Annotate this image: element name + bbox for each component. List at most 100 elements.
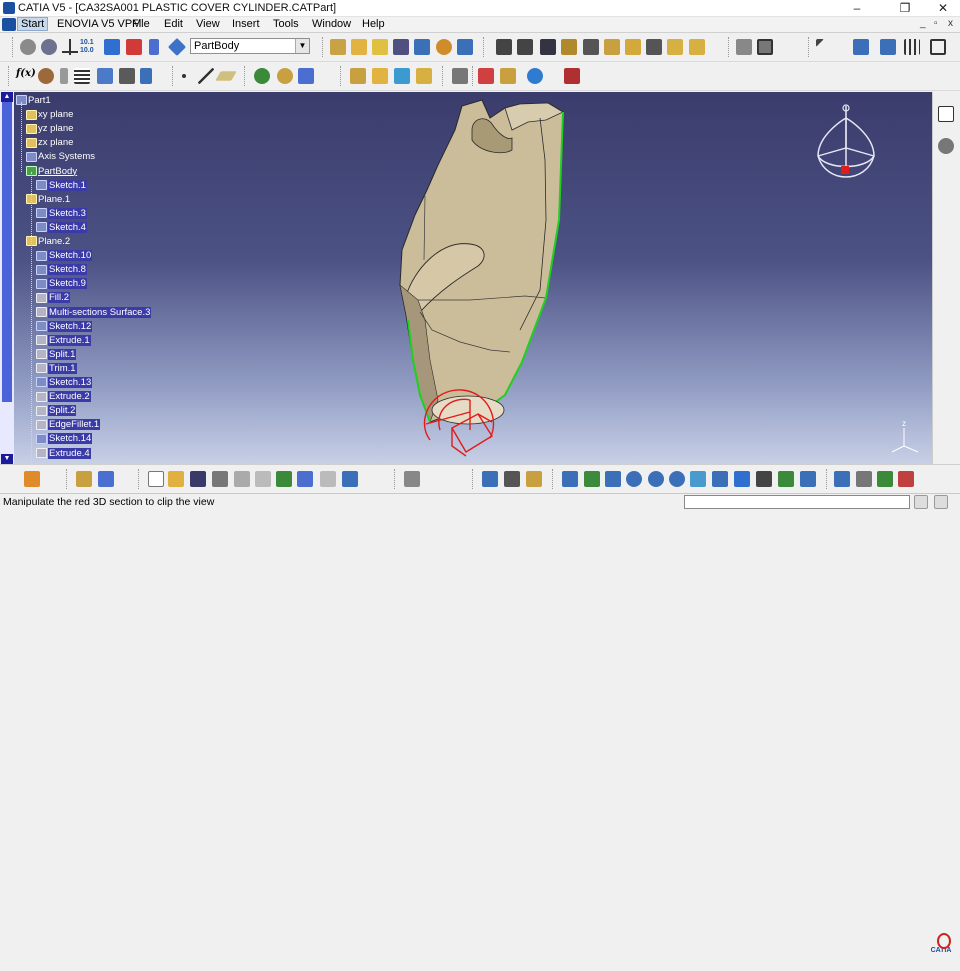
settings-gear-icon[interactable] [938,138,954,154]
multi-view-icon[interactable] [712,471,728,487]
tree-node-extrude-4[interactable]: Extrude.4 [36,447,91,460]
menu-help[interactable]: Help [362,18,385,30]
select-arrow-icon[interactable] [816,39,824,47]
swap-space-icon[interactable] [800,471,816,487]
menu-start[interactable]: Start [17,17,49,31]
command-input[interactable] [684,495,910,509]
tree-node-sketch-13[interactable]: Sketch.13 [36,376,93,389]
plane-icon[interactable] [215,71,237,81]
feat-icon[interactable] [36,391,47,402]
plane-icon[interactable] [26,137,37,148]
draft-analysis-icon[interactable] [277,68,293,84]
tree-node-extrude-1[interactable]: Extrude.1 [36,334,91,347]
print-icon[interactable] [212,471,228,487]
tree-node-sketch-9[interactable]: Sketch.9 [36,277,87,290]
toolbar-grip[interactable] [483,37,486,57]
tree-node-zx-plane[interactable]: zx plane [26,136,73,149]
capture-icon[interactable] [856,471,872,487]
command-toggle-icon[interactable] [914,495,928,509]
surface-icon[interactable] [372,68,388,84]
undo-icon[interactable] [297,471,313,487]
sketch-icon[interactable] [36,278,47,289]
link-icon[interactable] [527,68,543,84]
document-icon[interactable] [2,18,16,31]
menu-insert[interactable]: Insert [232,18,260,30]
thickness-icon[interactable] [583,39,599,55]
knowledge-icon[interactable] [38,68,54,84]
copy-body-icon[interactable] [76,471,92,487]
sketch-icon[interactable] [36,180,47,191]
feat-icon[interactable] [36,405,47,416]
sketch-icon[interactable] [36,222,47,233]
toolbar-grip[interactable] [322,37,325,57]
save-icon[interactable] [190,471,206,487]
toolbar-grip[interactable] [172,66,175,86]
toolbar-grip[interactable] [12,37,15,57]
analysis-icon[interactable] [254,68,270,84]
plastic-cover-part[interactable] [399,99,564,425]
photo-studio-icon[interactable] [877,471,893,487]
tree-node-multi-sections-surface-3[interactable]: Multi-sections Surface.3 [36,306,152,319]
globe-icon[interactable] [41,39,57,55]
tree-node-axis-systems[interactable]: Axis Systems [26,150,95,163]
plane-icon[interactable] [26,109,37,120]
refresh-icon[interactable] [20,39,36,55]
close-button[interactable]: ✕ [926,1,960,16]
toolbar-grip[interactable] [472,469,475,489]
sketch-icon[interactable] [36,250,47,261]
tree-node-sketch-12[interactable]: Sketch.12 [36,320,93,333]
sheet-stack-icon[interactable] [104,39,120,55]
tree-node-fill-2[interactable]: Fill.2 [36,291,71,304]
scroll-thumb[interactable] [2,102,12,402]
toolbar-grip[interactable] [728,37,731,57]
scissors-icon[interactable] [126,39,142,55]
split-view-icon[interactable] [736,39,752,55]
fillet-icon[interactable] [496,39,512,55]
axis-system-icon[interactable] [62,39,78,55]
tree-node-extrude-2[interactable]: Extrude.2 [36,390,91,403]
whats-this-icon[interactable] [342,471,358,487]
iso-view-icon[interactable] [734,471,750,487]
toolbar-grip[interactable] [340,66,343,86]
curvature-icon[interactable] [298,68,314,84]
tree-node-split-1[interactable]: Split.1 [36,348,77,361]
thread-icon[interactable] [604,39,620,55]
boolean-icon[interactable] [394,68,410,84]
equation-icon[interactable] [97,68,113,84]
paint-icon[interactable] [834,471,850,487]
toolbar-grip[interactable] [8,66,11,86]
tree-node-sketch-4[interactable]: Sketch.4 [36,221,87,234]
line-icon[interactable] [198,68,214,84]
menu-tools[interactable]: Tools [273,18,299,30]
tree-node-sketch-3[interactable]: Sketch.3 [36,207,87,220]
toolbar-grip[interactable] [552,469,555,489]
fit-all-icon[interactable] [584,471,600,487]
workbench-hand-icon[interactable] [24,471,40,487]
tree-node-sketch-14[interactable]: Sketch.14 [36,432,93,445]
feat-icon[interactable] [36,306,47,317]
chevron-down-icon[interactable]: ▼ [295,39,309,53]
shading-icon[interactable] [756,471,772,487]
tree-node-sketch-8[interactable]: Sketch.8 [36,263,87,276]
new-document-icon[interactable] [148,471,164,487]
sketch-icon[interactable] [36,208,47,219]
bars-icon[interactable] [149,39,159,55]
thick-surface-icon[interactable] [689,39,705,55]
menu-window[interactable]: Window [312,18,351,30]
feat-icon[interactable] [36,349,47,360]
toolbar-grip[interactable] [138,469,141,489]
tree-scrollbar[interactable]: ▲ ▼ [0,92,14,464]
menu-enovia[interactable]: ENOVIA V5 VPM [57,18,141,30]
rotate-icon[interactable] [626,471,642,487]
tree-node-split-2[interactable]: Split.2 [36,404,77,417]
pad-icon[interactable] [330,39,346,55]
restore-button[interactable]: ❐ [888,1,922,16]
toolbar-grip[interactable] [826,469,829,489]
point-icon[interactable] [182,74,186,78]
plane-icon[interactable] [26,123,37,134]
sketch-icon[interactable] [36,264,47,275]
toolbar-grip[interactable] [472,66,475,86]
catalog-icon[interactable] [853,39,869,55]
tree-node-trim-1[interactable]: Trim.1 [36,362,77,375]
material-icon[interactable] [478,68,494,84]
